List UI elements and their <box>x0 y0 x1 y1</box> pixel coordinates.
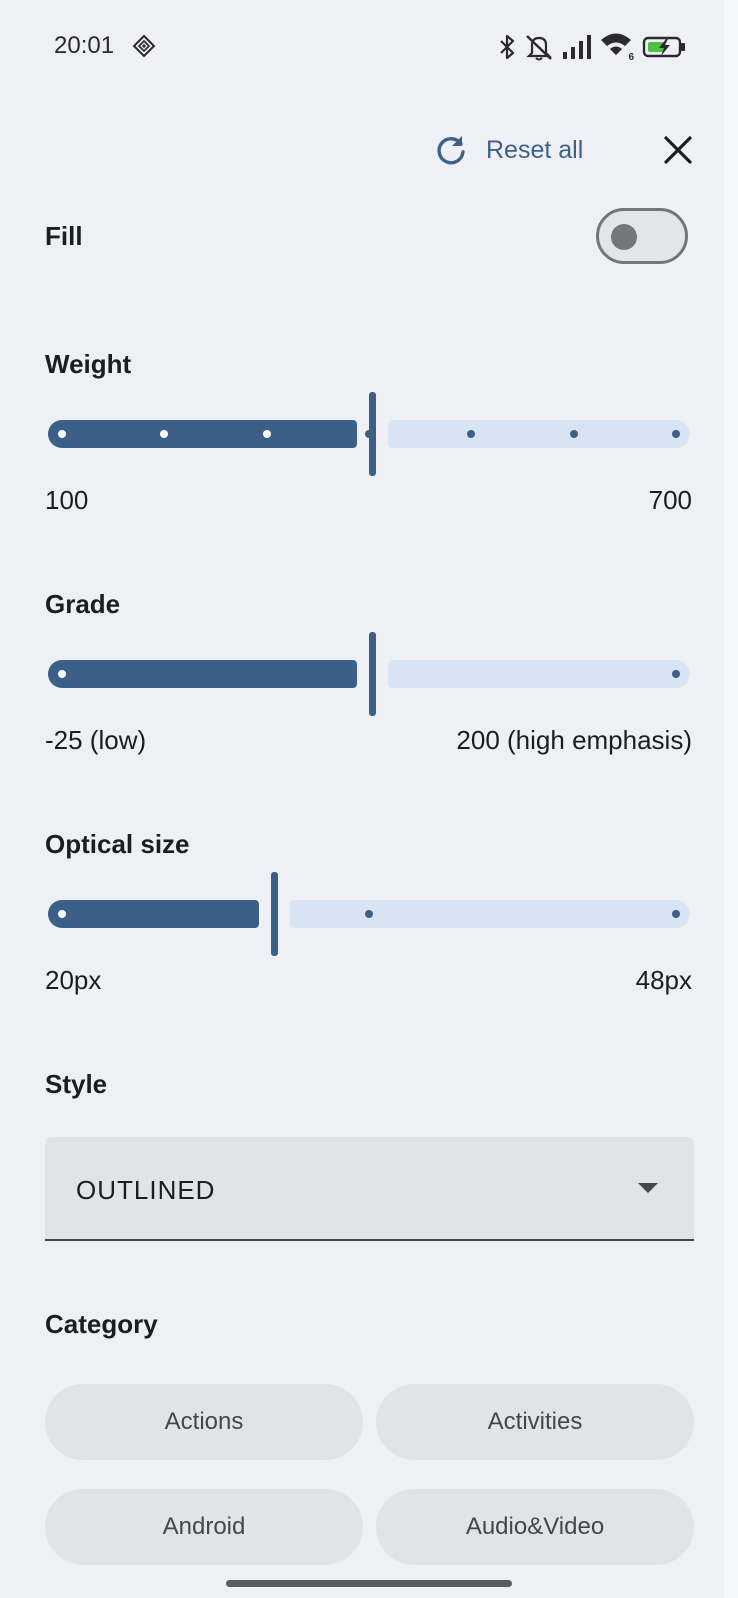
weight-max-label: 700 <box>648 485 692 515</box>
slider-tick <box>365 910 373 918</box>
dropdown-arrow-icon <box>638 1183 658 1193</box>
chip-audio-video[interactable]: Audio&Video <box>376 1489 694 1565</box>
grade-max-label: 200 (high emphasis) <box>456 725 692 755</box>
style-dropdown[interactable]: OUTLINED <box>45 1137 694 1241</box>
slider-thumb[interactable] <box>369 632 376 716</box>
optical-size-slider[interactable] <box>48 872 690 956</box>
home-indicator[interactable] <box>226 1580 512 1587</box>
screen-edge <box>724 0 738 1598</box>
grade-label: Grade <box>45 589 121 619</box>
optical-size-min-label: 20px <box>45 965 102 995</box>
battery-charging-icon <box>642 36 685 58</box>
grade-slider[interactable] <box>48 632 690 716</box>
reset-all-button[interactable]: Reset all <box>434 128 583 172</box>
fill-toggle-knob <box>611 224 637 250</box>
optical-size-max-label: 48px <box>635 965 692 995</box>
weight-min-label: 100 <box>45 485 89 515</box>
slider-tick <box>672 910 680 918</box>
category-label: Category <box>45 1309 158 1339</box>
slider-tick <box>672 670 680 678</box>
slider-active-track <box>48 660 357 688</box>
optical-size-label: Optical size <box>45 829 190 859</box>
style-selected-value: OUTLINED <box>76 1175 216 1205</box>
refresh-icon <box>437 136 465 165</box>
chip-actions[interactable]: Actions <box>45 1384 363 1460</box>
slider-inactive-track <box>388 420 690 448</box>
close-icon[interactable] <box>656 128 700 172</box>
weight-label: Weight <box>45 349 132 379</box>
status-time: 20:01 <box>54 32 115 59</box>
system-icons: 6 <box>498 32 686 63</box>
diamond-icon <box>132 34 156 58</box>
wifi-badge: 6 <box>628 52 634 63</box>
grade-min-label: -25 (low) <box>45 725 147 755</box>
slider-tick <box>262 430 271 438</box>
slider-tick <box>672 430 680 438</box>
slider-tick <box>58 430 66 438</box>
wifi-icon <box>601 33 631 55</box>
chip-activities[interactable]: Activities <box>376 1384 694 1460</box>
chip-android[interactable]: Android <box>45 1489 363 1565</box>
status-bar: 20:01 6 <box>0 0 738 92</box>
slider-tick <box>58 670 66 678</box>
weight-slider[interactable] <box>48 392 690 476</box>
bell-off-icon <box>526 35 552 61</box>
style-label: Style <box>45 1069 108 1099</box>
fill-label: Fill <box>45 221 83 251</box>
slider-active-track <box>48 420 357 448</box>
slider-thumb[interactable] <box>270 872 278 956</box>
slider-active-track <box>48 900 259 928</box>
slider-inactive-track <box>388 660 690 688</box>
slider-tick <box>58 910 66 918</box>
reset-all-label: Reset all <box>486 135 584 164</box>
slider-tick <box>365 430 373 438</box>
bluetooth-icon <box>500 34 515 60</box>
slider-inactive-track <box>289 900 690 928</box>
signal-icon <box>563 35 591 59</box>
fill-toggle[interactable] <box>596 208 688 264</box>
slider-tick <box>569 430 578 438</box>
